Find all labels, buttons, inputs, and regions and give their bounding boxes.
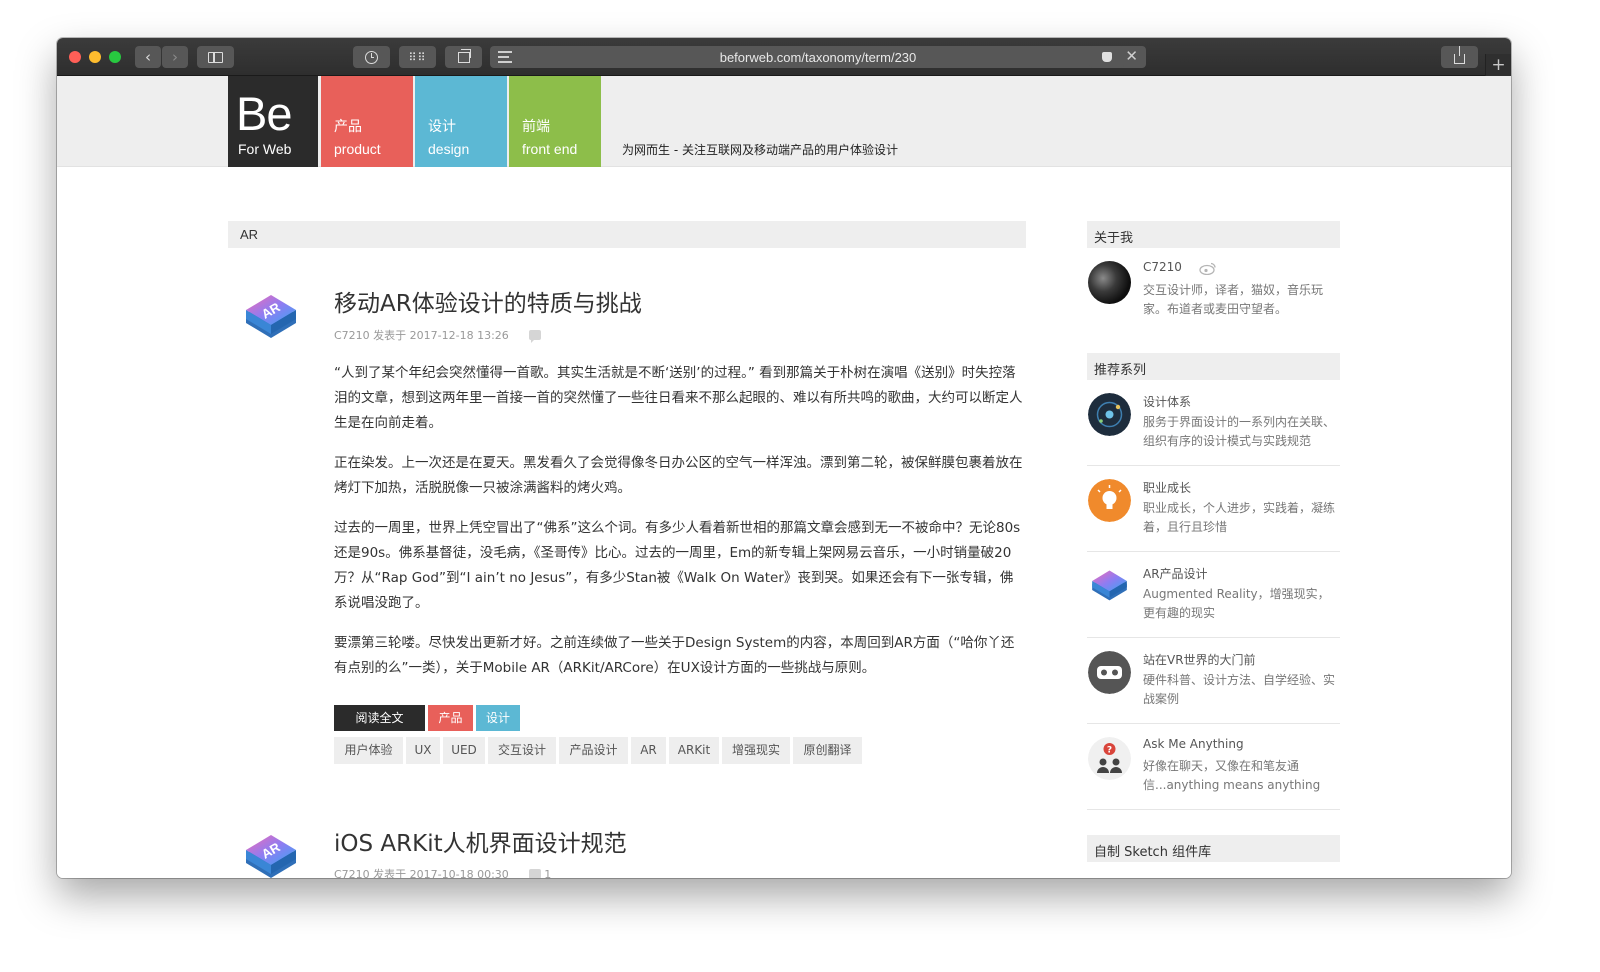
series-desc: Augmented Reality，增强现实，更有趣的现实 bbox=[1143, 587, 1330, 620]
series-item-ama[interactable]: ? Ask Me Anything 好像在聊天，又像在和笔友通信...anyth… bbox=[1087, 724, 1340, 810]
series-title[interactable]: Ask Me Anything bbox=[1143, 737, 1244, 751]
share-icon[interactable] bbox=[1441, 46, 1478, 68]
tag-link[interactable]: 原创翻译 bbox=[793, 737, 862, 764]
ar-app-icon[interactable]: AR bbox=[240, 287, 302, 349]
minimize-window-button[interactable] bbox=[89, 51, 101, 63]
about-card: C7210 交互设计师，译者，猫奴，音乐玩家。布道者或麦田守望者。 bbox=[1087, 248, 1340, 328]
post-paragraph: 要漂第三轮喽。尽快发出更新才好。之前连续做了一些关于Design System的… bbox=[334, 635, 1015, 676]
site-tagline: 为网而生 - 关注互联网及移动端产品的用户体验设计 bbox=[622, 143, 898, 157]
series-title[interactable]: AR产品设计 bbox=[1143, 565, 1208, 582]
tag-link[interactable]: 增强现实 bbox=[722, 737, 790, 764]
about-heading-text: 关于我 bbox=[1094, 231, 1134, 246]
nav-front-end[interactable]: 前端 front end bbox=[509, 76, 601, 167]
post-title[interactable]: 移动AR体验设计的特质与挑战 bbox=[334, 284, 642, 318]
tag-link[interactable]: 用户体验 bbox=[334, 737, 403, 764]
history-icon[interactable] bbox=[353, 46, 390, 68]
extension-icon[interactable] bbox=[1089, 46, 1124, 68]
nav-front-end-en: front end bbox=[522, 141, 578, 157]
close-window-button[interactable] bbox=[69, 51, 81, 63]
nav-front-end-zh: 前端 bbox=[522, 119, 550, 135]
nav-product[interactable]: 产品 product bbox=[321, 76, 413, 167]
browser-toolbar: ‹ › ⠿⠿ beforweb.com/taxonomy/term/230 ✕ bbox=[57, 38, 1511, 76]
tag-link[interactable]: 交互设计 bbox=[488, 737, 556, 764]
tag-link[interactable]: AR bbox=[631, 737, 666, 764]
ar-app-icon[interactable]: AR bbox=[240, 827, 302, 878]
avatar[interactable] bbox=[1088, 261, 1131, 304]
series-title[interactable]: 设计体系 bbox=[1143, 393, 1191, 410]
post-meta-text: C7210 发表于 2017-10-18 00:30 bbox=[334, 868, 509, 878]
post-meta-text: C7210 发表于 2017-12-18 13:26 bbox=[334, 329, 509, 342]
sidebar-icon[interactable] bbox=[197, 46, 234, 68]
series-item-ar[interactable]: AR产品设计 Augmented Reality，增强现实，更有趣的现实 bbox=[1087, 552, 1340, 638]
address-bar[interactable]: beforweb.com/taxonomy/term/230 ✕ bbox=[490, 46, 1146, 68]
forward-icon[interactable]: › bbox=[162, 46, 188, 68]
nav-product-zh: 产品 bbox=[334, 119, 362, 135]
series-item-vr[interactable]: 站在VR世界的大门前 硬件科普、设计方法、自学经验、实战案例 bbox=[1087, 638, 1340, 724]
read-more-button[interactable]: 阅读全文 bbox=[334, 705, 425, 731]
series-item-design-system[interactable]: 设计体系 服务于界面设计的一系列内在关联、组织有序的设计模式与实践规范 bbox=[1087, 380, 1340, 466]
grid-icon[interactable]: ⠿⠿ bbox=[399, 46, 436, 68]
comment-icon[interactable] bbox=[528, 869, 541, 878]
vr-headset-icon bbox=[1088, 651, 1131, 694]
lightbulb-icon bbox=[1088, 479, 1131, 522]
tag-link[interactable]: 产品设计 bbox=[559, 737, 628, 764]
site-header: Be For Web 产品 product 设计 design 前端 front… bbox=[57, 76, 1511, 167]
url-text[interactable]: beforweb.com/taxonomy/term/230 bbox=[490, 50, 1146, 65]
category-label: AR bbox=[240, 227, 259, 242]
about-heading: 关于我 bbox=[1087, 221, 1340, 248]
ar-app-icon bbox=[1092, 570, 1127, 601]
series-item-career[interactable]: 职业成长 职业成长，个人进步，实践着，凝练着，且行且珍惜 bbox=[1087, 466, 1340, 552]
comment-count[interactable]: 1 bbox=[544, 868, 551, 878]
tag-link[interactable]: UED bbox=[443, 737, 485, 764]
post-meta: C7210 发表于 2017-10-18 00:30 1 bbox=[334, 866, 551, 878]
series-desc: 服务于界面设计的一系列内在关联、组织有序的设计模式与实践规范 bbox=[1143, 415, 1336, 448]
site-logo[interactable]: Be For Web bbox=[228, 76, 318, 167]
browser-window: ‹ › ⠿⠿ beforweb.com/taxonomy/term/230 ✕ bbox=[57, 38, 1511, 878]
author-name[interactable]: C7210 bbox=[1143, 260, 1182, 274]
category-product-button[interactable]: 产品 bbox=[428, 705, 473, 731]
post-meta: C7210 发表于 2017-12-18 13:26 bbox=[334, 327, 541, 343]
back-icon[interactable]: ‹ bbox=[135, 46, 161, 68]
series-heading-text: 推荐系列 bbox=[1094, 363, 1147, 378]
post-paragraph: 正在染发。上一次还是在夏天。黑发看久了会觉得像冬日办公区的空气一样浑浊。漂到第二… bbox=[334, 455, 1023, 496]
series-desc: 好像在聊天，又像在和笔友通信...anything means anything bbox=[1143, 759, 1321, 792]
divider bbox=[1087, 809, 1340, 810]
tag-link[interactable]: UX bbox=[406, 737, 440, 764]
category-header: AR bbox=[228, 221, 1026, 248]
post-title[interactable]: iOS ARKit人机界面设计规范 bbox=[334, 824, 627, 858]
series-title[interactable]: 职业成长 bbox=[1143, 479, 1191, 496]
new-tab-icon[interactable]: + bbox=[1485, 54, 1511, 76]
series-desc: 职业成长，个人进步，实践着，凝练着，且行且珍惜 bbox=[1143, 501, 1336, 534]
clear-url-icon[interactable]: ✕ bbox=[1125, 47, 1138, 65]
nav-product-en: product bbox=[334, 141, 381, 157]
design-system-icon bbox=[1088, 393, 1131, 436]
author-bio: 交互设计师，译者，猫奴，音乐玩家。布道者或麦田守望者。 bbox=[1143, 283, 1324, 316]
weibo-icon[interactable] bbox=[1199, 262, 1217, 275]
sketch-heading: 自制 Sketch 组件库 bbox=[1087, 835, 1340, 862]
question-people-icon: ? bbox=[1088, 737, 1131, 780]
series-heading: 推荐系列 bbox=[1087, 353, 1340, 380]
tabs-icon[interactable] bbox=[445, 46, 482, 68]
tag-link[interactable]: ARKit bbox=[669, 737, 719, 764]
logo-text: Be bbox=[236, 87, 292, 140]
series-title[interactable]: 站在VR世界的大门前 bbox=[1143, 651, 1256, 668]
nav-design-zh: 设计 bbox=[428, 119, 456, 135]
series-desc: 硬件科普、设计方法、自学经验、实战案例 bbox=[1143, 673, 1336, 706]
comment-icon[interactable] bbox=[528, 330, 541, 343]
category-design-button[interactable]: 设计 bbox=[476, 705, 520, 731]
sketch-heading-text: 自制 Sketch 组件库 bbox=[1094, 845, 1212, 860]
post-paragraph: “人到了某个年纪会突然懂得一首歌。其实生活就是不断‘送别’的过程。” 看到那篇关… bbox=[334, 365, 1023, 431]
svg-text:?: ? bbox=[1107, 746, 1112, 756]
nav-design-en: design bbox=[428, 141, 470, 157]
post-paragraph: 过去的一周里，世界上凭空冒出了“佛系”这么个词。有多少人看着新世相的那篇文章会感… bbox=[334, 520, 1021, 611]
logo-subtitle: For Web bbox=[238, 141, 292, 157]
web-page: Be For Web 产品 product 设计 design 前端 front… bbox=[57, 76, 1511, 878]
zoom-window-button[interactable] bbox=[109, 51, 121, 63]
nav-design[interactable]: 设计 design bbox=[415, 76, 507, 167]
